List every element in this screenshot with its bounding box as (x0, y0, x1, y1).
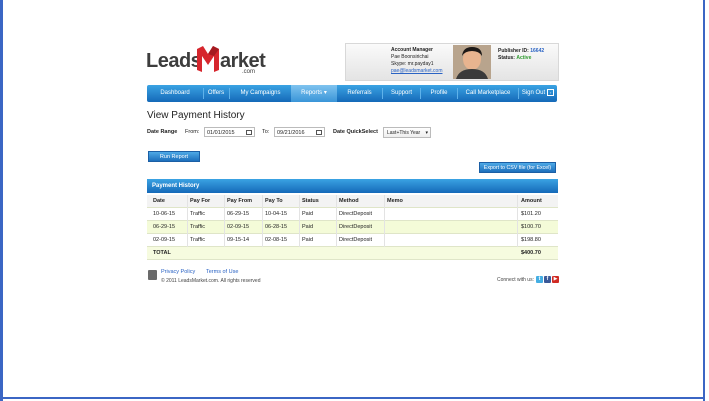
cell-memo (385, 208, 518, 221)
cell-pay-to: 02-08-15 (263, 234, 300, 247)
privacy-policy-link[interactable]: Privacy Policy (161, 269, 195, 275)
to-label: To: (262, 129, 270, 135)
footer-logo-icon (148, 270, 157, 280)
cell-method: DirectDeposit (337, 208, 385, 221)
quickselect-dropdown[interactable]: Last+This Year ▾ (383, 127, 431, 138)
date-range-label: Date Range (147, 129, 178, 135)
logo-text-com: .com (242, 69, 256, 75)
cell-status: Paid (300, 208, 337, 221)
sign-out-icon: › (547, 88, 555, 96)
nav-support[interactable]: Support (383, 85, 420, 102)
nav-sign-out[interactable]: Sign Out › (519, 85, 557, 102)
column-header-method: Method (337, 195, 385, 208)
cell-method: DirectDeposit (337, 234, 385, 247)
nav-my-campaigns[interactable]: My Campaigns (230, 85, 291, 102)
twitter-icon[interactable]: t (536, 276, 543, 283)
account-manager-skype: Skype: mr.payday1 (391, 61, 434, 67)
cell-status: Paid (300, 221, 337, 234)
account-manager-name: Pae Boonsirichai (391, 54, 429, 60)
cell-pay-for: Traffic (188, 221, 225, 234)
table-row: 02-09-15 Traffic 09-15-14 02-08-15 Paid … (147, 234, 558, 247)
nav-offers[interactable]: Offers (204, 85, 228, 102)
cell-pay-from: 02-09-15 (225, 221, 263, 234)
cell-pay-from: 06-29-15 (225, 208, 263, 221)
page-title: View Payment History (147, 110, 245, 121)
window-frame-left (0, 0, 3, 401)
publisher-info: Publisher ID: 16642 Status: Active (498, 48, 544, 62)
cell-amount: $100.70 (521, 224, 541, 230)
quickselect-value: Last+This Year (387, 130, 421, 136)
publisher-id-value: 16642 (530, 48, 545, 54)
cell-memo (385, 234, 518, 247)
total-amount: $400.70 (521, 250, 541, 256)
cell-method: DirectDeposit (337, 221, 385, 234)
account-manager-box: Account Manager Pae Boonsirichai Skype: … (345, 43, 559, 81)
cell-date: 10-06-15 (151, 208, 188, 221)
terms-of-use-link[interactable]: Terms of Use (206, 269, 238, 275)
chevron-down-icon: ▾ (323, 90, 327, 96)
status-label: Status: (498, 55, 515, 61)
cell-amount: $101.20 (521, 211, 541, 217)
from-date-value: 01/01/2015 (207, 130, 235, 136)
main-nav: Dashboard Offers My Campaigns Reports ▾ … (147, 85, 557, 102)
payment-history-table: Date Pay For Pay From Pay To Status Meth… (147, 195, 558, 260)
cell-date: 06-29-15 (151, 221, 188, 234)
cell-pay-from: 09-15-14 (225, 234, 263, 247)
nav-referrals[interactable]: Referrals (337, 85, 382, 102)
table-header-row: Date Pay For Pay From Pay To Status Meth… (147, 195, 558, 208)
publisher-id-label: Publisher ID: (498, 48, 529, 54)
to-date-input[interactable]: 09/21/2016 (274, 127, 325, 137)
calendar-icon[interactable] (316, 130, 322, 135)
facebook-icon[interactable]: f (544, 276, 551, 283)
leadsmarket-logo[interactable]: Leads arket .com (146, 46, 266, 75)
window-frame-right (703, 0, 705, 401)
cell-amount: $198.80 (521, 237, 541, 243)
cell-pay-for: Traffic (188, 234, 225, 247)
calendar-icon[interactable] (246, 130, 252, 135)
youtube-icon[interactable]: ▶ (552, 276, 559, 283)
column-header-memo: Memo (385, 195, 518, 208)
account-manager-avatar (453, 45, 491, 79)
column-header-pay-for: Pay For (188, 195, 225, 208)
nav-reports-label: Reports (301, 90, 323, 96)
column-header-status: Status (300, 195, 337, 208)
logo-text-leads: Leads (146, 50, 202, 72)
nav-reports[interactable]: Reports ▾ (291, 85, 337, 102)
total-label: TOTAL (153, 250, 171, 256)
cell-pay-for: Traffic (188, 208, 225, 221)
column-header-pay-to: Pay To (263, 195, 300, 208)
cell-pay-to: 06-28-15 (263, 221, 300, 234)
table-total-row: TOTAL $400.70 (147, 247, 558, 260)
table-row: 06-29-15 Traffic 02-09-15 06-28-15 Paid … (147, 221, 558, 234)
table-row: 10-06-15 Traffic 06-29-15 10-04-15 Paid … (147, 208, 558, 221)
account-manager-email-link[interactable]: pae@leadsmarket.com (391, 68, 443, 75)
cell-pay-to: 10-04-15 (263, 208, 300, 221)
column-header-pay-from: Pay From (225, 195, 263, 208)
to-date-value: 09/21/2016 (277, 130, 305, 136)
from-label: From: (185, 129, 200, 135)
window-frame-bottom (0, 397, 705, 399)
cell-memo (385, 221, 518, 234)
nav-call-marketplace[interactable]: Call Marketplace (458, 85, 518, 102)
connect-with-us-label: Connect with us: (497, 277, 534, 283)
account-manager-title: Account Manager (391, 47, 433, 53)
nav-profile[interactable]: Profile (421, 85, 457, 102)
from-date-input[interactable]: 01/01/2015 (204, 127, 255, 137)
status-value: Active (516, 55, 532, 61)
account-manager-info: Account Manager Pae Boonsirichai Skype: … (391, 47, 443, 75)
payment-history-header: Payment History (147, 179, 558, 193)
logo-m-icon (197, 46, 219, 72)
nav-sign-out-label: Sign Out (521, 90, 546, 96)
nav-dashboard[interactable]: Dashboard (147, 85, 203, 102)
column-header-amount: Amount (521, 198, 542, 204)
cell-status: Paid (300, 234, 337, 247)
copyright-text: © 2011 LeadsMarket.com. All rights reser… (161, 278, 261, 284)
run-report-button[interactable]: Run Report (148, 151, 200, 162)
export-csv-button[interactable]: Export to CSV file (for Excel) (479, 162, 556, 173)
column-header-date: Date (151, 195, 188, 208)
quickselect-label: Date QuickSelect (333, 129, 378, 135)
cell-date: 02-09-15 (151, 234, 188, 247)
chevron-down-icon: ▾ (425, 130, 428, 136)
